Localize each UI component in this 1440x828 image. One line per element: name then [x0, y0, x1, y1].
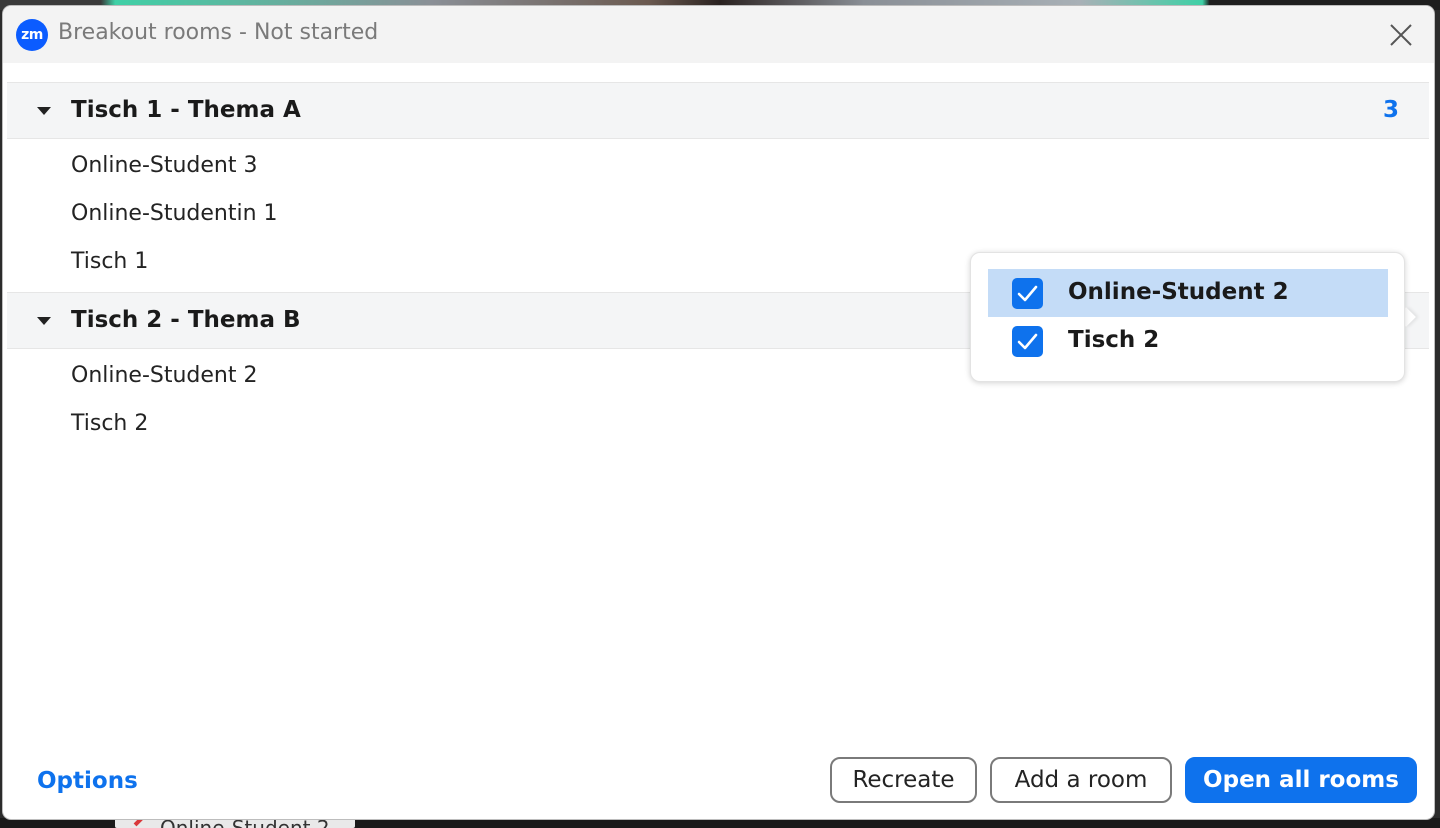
room-header-tisch-1[interactable]: Tisch 1 - Thema A 3: [7, 82, 1429, 139]
popup-item-label: Tisch 2: [1068, 327, 1160, 353]
checkbox[interactable]: [1012, 278, 1043, 309]
checkbox[interactable]: [1012, 326, 1043, 357]
options-link[interactable]: Options: [37, 768, 138, 794]
breakout-rooms-dialog: zm Breakout rooms - Not started Tisch 1 …: [3, 6, 1434, 819]
room-participant-count: 3: [1382, 97, 1399, 123]
participant-row[interactable]: Online-Studentin 1: [7, 193, 1429, 241]
participant-row[interactable]: Tisch 2: [7, 403, 1429, 451]
participant-name: Tisch 2: [71, 411, 149, 436]
popup-item-online-student-2[interactable]: Online-Student 2: [988, 269, 1388, 317]
participant-name: Online-Studentin 1: [71, 201, 278, 226]
participant-name: Tisch 1: [71, 249, 149, 274]
zoom-logo-icon: zm: [16, 19, 48, 51]
close-button[interactable]: [1386, 20, 1416, 50]
room-name: Tisch 1 - Thema A: [71, 97, 301, 123]
participant-name: Online-Student 2: [71, 363, 258, 388]
collapse-caret-icon[interactable]: [37, 107, 51, 115]
recreate-button[interactable]: Recreate: [830, 757, 977, 803]
open-all-rooms-button[interactable]: Open all rooms: [1185, 757, 1417, 803]
title-bar: zm Breakout rooms - Not started: [3, 6, 1434, 63]
add-room-button[interactable]: Add a room: [990, 757, 1172, 803]
participant-name: Online-Student 3: [71, 153, 258, 178]
collapse-caret-icon[interactable]: [37, 317, 51, 325]
window-title: Breakout rooms - Not started: [58, 20, 379, 45]
checkmark-icon: [1017, 333, 1038, 350]
popup-item-tisch-2[interactable]: Tisch 2: [988, 317, 1388, 365]
assign-participants-popup: Online-Student 2 Tisch 2: [970, 252, 1405, 382]
popup-item-label: Online-Student 2: [1068, 279, 1289, 305]
participant-row[interactable]: Online-Student 3: [7, 145, 1429, 193]
close-icon: [1390, 24, 1412, 46]
checkmark-icon: [1017, 285, 1038, 302]
room-name: Tisch 2 - Thema B: [71, 307, 301, 333]
